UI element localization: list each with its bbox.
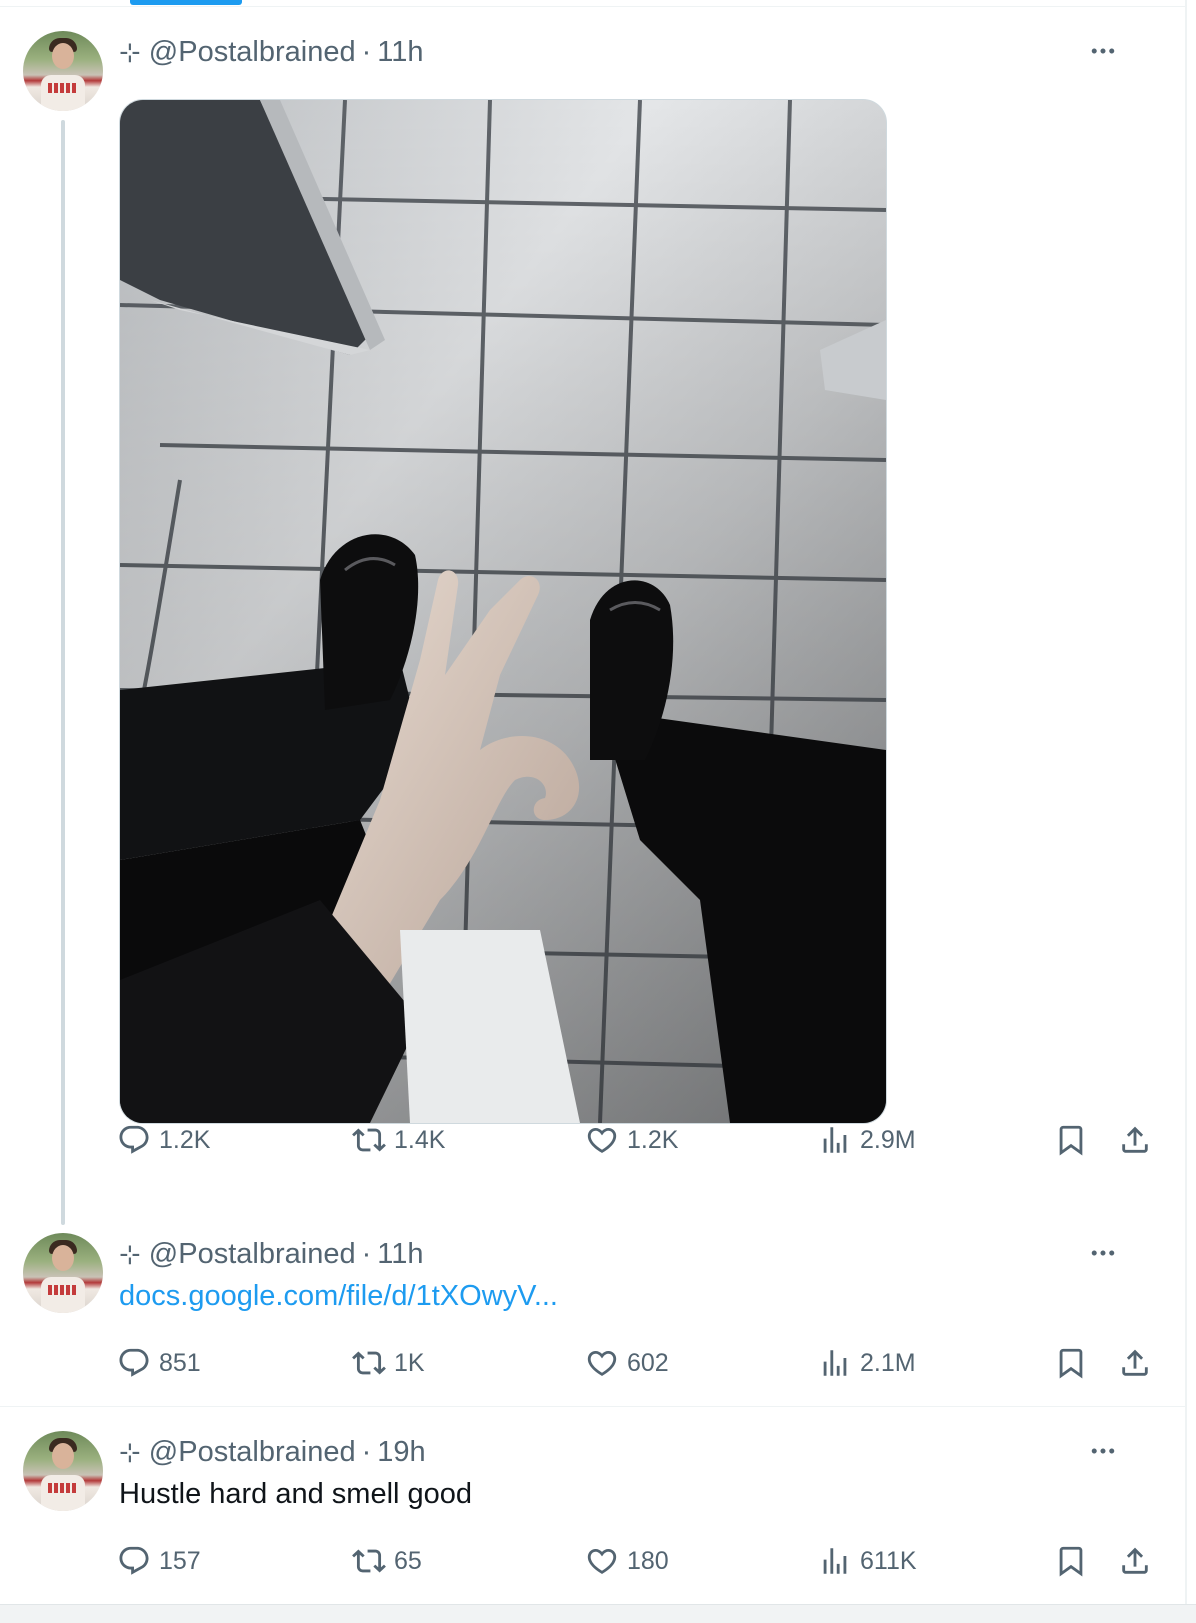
tweet-photo[interactable] (119, 99, 887, 1124)
reply-icon (117, 1123, 151, 1157)
views-button[interactable]: 2.1M (818, 1343, 916, 1383)
photo-floor-boots-ok-hand (120, 100, 886, 1123)
tweet-header: ⊹ @Postalbrained · 19h (119, 1434, 426, 1470)
sparkle-icon: ⊹ (119, 36, 141, 67)
share-button[interactable] (1118, 1120, 1152, 1160)
more-options-button[interactable] (1085, 1433, 1121, 1469)
share-icon (1118, 1544, 1152, 1578)
like-icon (585, 1346, 619, 1380)
user-handle[interactable]: @Postalbrained (149, 1238, 356, 1271)
thread-connector-line (61, 120, 65, 1225)
separator-dot: · (361, 35, 372, 68)
reply-icon (117, 1544, 151, 1578)
avatar[interactable] (23, 1233, 103, 1313)
user-handle[interactable]: @Postalbrained (149, 36, 356, 69)
view-count: 611K (860, 1546, 917, 1575)
timestamp[interactable]: 19h (377, 1436, 425, 1469)
more-icon (1088, 36, 1118, 66)
timestamp[interactable]: 11h (377, 36, 423, 69)
separator-dot: · (361, 1435, 372, 1468)
repost-button[interactable]: 1.4K (352, 1120, 445, 1160)
like-icon (585, 1544, 619, 1578)
share-button[interactable] (1118, 1541, 1152, 1581)
tweet-actions: 1.2K 1.4K 1.2K 2.9M (0, 1120, 1187, 1160)
like-icon (585, 1123, 619, 1157)
more-icon (1088, 1238, 1118, 1268)
more-options-button[interactable] (1085, 1235, 1121, 1271)
repost-count: 1.4K (394, 1125, 446, 1154)
reply-button[interactable]: 1.2K (117, 1120, 210, 1160)
timestamp[interactable]: 11h (377, 1238, 423, 1271)
more-icon (1088, 1436, 1118, 1466)
more-options-button[interactable] (1085, 33, 1121, 69)
bookmark-icon (1054, 1346, 1088, 1380)
avatar[interactable] (23, 1431, 103, 1511)
bookmark-button[interactable] (1054, 1120, 1088, 1160)
repost-icon (352, 1544, 386, 1578)
separator-dot: · (361, 1237, 372, 1270)
views-icon (818, 1544, 852, 1578)
reply-icon (117, 1346, 151, 1380)
share-icon (1118, 1123, 1152, 1157)
sparkle-icon: ⊹ (119, 1238, 141, 1269)
repost-icon (352, 1123, 386, 1157)
bookmark-icon (1054, 1123, 1088, 1157)
repost-button[interactable]: 65 (352, 1541, 422, 1581)
like-button[interactable]: 1.2K (585, 1120, 678, 1160)
like-count: 180 (627, 1546, 669, 1575)
avatar[interactable] (23, 31, 103, 111)
user-handle[interactable]: @Postalbrained (149, 1436, 356, 1469)
tweet-link[interactable]: docs.google.com/file/d/1tXOwyV... (119, 1280, 558, 1313)
tweet-divider (0, 1406, 1187, 1407)
reply-button[interactable]: 157 (117, 1541, 201, 1581)
repost-count: 65 (394, 1546, 422, 1575)
repost-count: 1K (394, 1348, 425, 1377)
views-button[interactable]: 611K (818, 1541, 917, 1581)
bookmark-button[interactable] (1054, 1343, 1088, 1383)
views-icon (818, 1346, 852, 1380)
share-icon (1118, 1346, 1152, 1380)
share-button[interactable] (1118, 1343, 1152, 1383)
repost-icon (352, 1346, 386, 1380)
like-count: 1.2K (627, 1125, 679, 1154)
tweet-1[interactable]: ⊹ @Postalbrained · 11h 1.2K 1.4K 1.2K 2.… (0, 0, 1187, 1225)
views-icon (818, 1123, 852, 1157)
repost-button[interactable]: 1K (352, 1343, 425, 1383)
tweet-actions: 157 65 180 611K (0, 1541, 1187, 1581)
tweet-header: ⊹ @Postalbrained · 11h (119, 34, 423, 70)
like-button[interactable]: 602 (585, 1343, 669, 1383)
reply-count: 1.2K (159, 1125, 211, 1154)
reply-button[interactable]: 851 (117, 1343, 201, 1383)
tweet-header: ⊹ @Postalbrained · 11h (119, 1236, 423, 1272)
timeline-feed: ⊹ @Postalbrained · 11h 1.2K 1.4K 1.2K 2.… (0, 0, 1187, 1622)
views-button[interactable]: 2.9M (818, 1120, 916, 1160)
bookmark-icon (1054, 1544, 1088, 1578)
view-count: 2.9M (860, 1125, 916, 1154)
bottom-bar (0, 1604, 1196, 1623)
tweet-actions: 851 1K 602 2.1M (0, 1343, 1187, 1383)
view-count: 2.1M (860, 1348, 916, 1377)
reply-count: 851 (159, 1348, 201, 1377)
tweet-text: Hustle hard and smell good (119, 1478, 473, 1510)
like-count: 602 (627, 1348, 669, 1377)
reply-count: 157 (159, 1546, 201, 1575)
bookmark-button[interactable] (1054, 1541, 1088, 1581)
sparkle-icon: ⊹ (119, 1436, 141, 1467)
like-button[interactable]: 180 (585, 1541, 669, 1581)
